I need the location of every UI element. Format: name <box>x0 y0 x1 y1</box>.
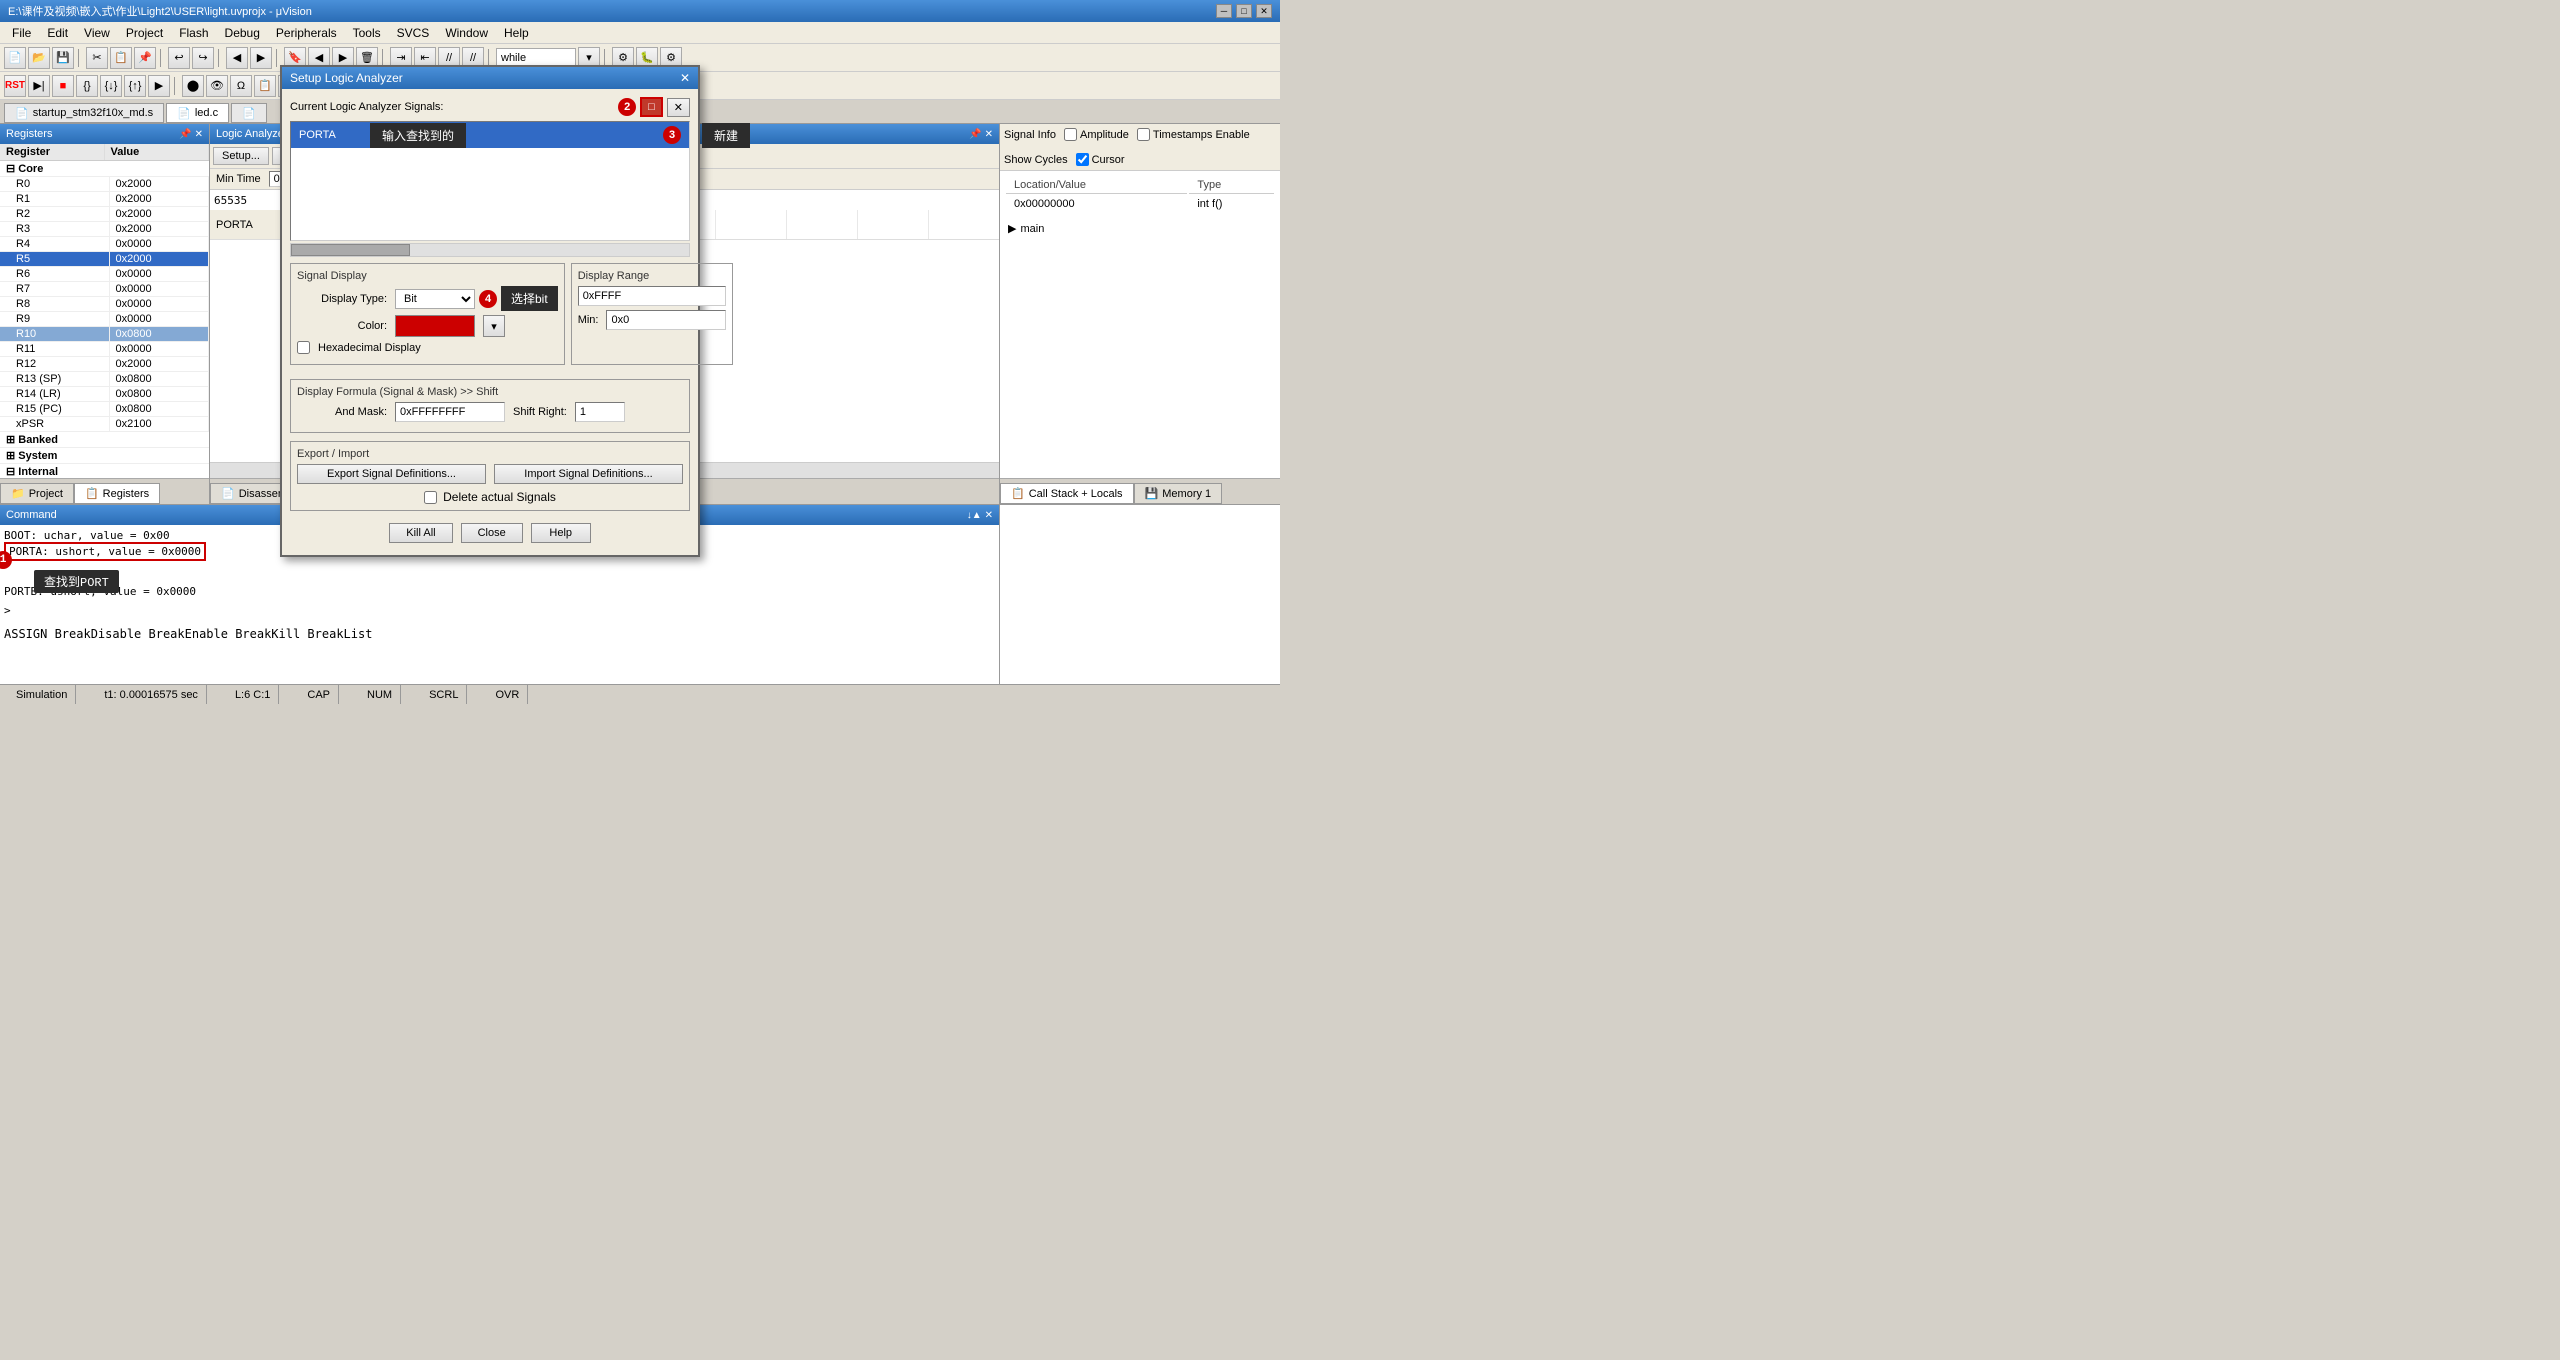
color-label: Color: <box>297 320 387 332</box>
modal-overlay: Setup Logic Analyzer ✕ Current Logic Ana… <box>0 0 2560 1360</box>
modal-action-buttons: Kill All Close Help <box>290 519 690 547</box>
formula-title: Display Formula (Signal & Mask) >> Shift <box>297 386 683 398</box>
min-value-input[interactable]: 0x0 <box>606 310 726 330</box>
display-type-row: Display Type: Bit Analog Unsigned 4 选择bi… <box>297 286 558 311</box>
signal-list: PORTA 3 <box>290 121 690 241</box>
signal-list-scrollbar[interactable] <box>290 243 690 257</box>
color-picker[interactable] <box>395 315 475 337</box>
signal-display-title: Signal Display <box>297 270 558 282</box>
modal-title: Setup Logic Analyzer <box>290 71 403 85</box>
color-row: Color: ▾ <box>297 315 558 337</box>
signal-item-porta[interactable]: PORTA 3 <box>291 122 689 148</box>
step-badge-2: 2 <box>618 98 636 116</box>
tooltip-1: 查找到PORT <box>34 570 119 593</box>
color-dropdown-btn[interactable]: ▾ <box>483 315 505 337</box>
display-type-control: Bit Analog Unsigned 4 选择bit <box>395 286 558 311</box>
formula-section: Display Formula (Signal & Mask) >> Shift… <box>290 379 690 433</box>
signal-display-section: Signal Display Display Type: Bit Analog … <box>290 263 565 365</box>
hexadecimal-label: Hexadecimal Display <box>318 342 421 354</box>
signal-item-porta-name: PORTA <box>299 129 336 141</box>
min-label: Min: <box>578 314 599 326</box>
max-value-input[interactable]: 0xFFFF <box>578 286 727 306</box>
delete-signal-btn[interactable]: ✕ <box>667 98 690 117</box>
current-signals-label: Current Logic Analyzer Signals: <box>290 101 443 113</box>
signal-list-scrollbar-thumb[interactable] <box>291 244 410 256</box>
display-range-title: Display Range <box>578 270 727 282</box>
shift-right-input[interactable]: 1 <box>575 402 625 422</box>
export-import-title: Export / Import <box>297 448 683 460</box>
new-label: 新建 <box>702 123 750 148</box>
export-signal-btn[interactable]: Export Signal Definitions... <box>297 464 486 484</box>
modal-title-bar: Setup Logic Analyzer ✕ <box>282 67 698 89</box>
help-btn[interactable]: Help <box>531 523 591 543</box>
close-dialog-btn[interactable]: Close <box>461 523 523 543</box>
delete-signals-label: Delete actual Signals <box>443 490 556 504</box>
display-type-label: Display Type: <box>297 293 387 305</box>
and-mask-label: And Mask: <box>297 406 387 418</box>
display-row: Signal Display Display Type: Bit Analog … <box>290 263 690 373</box>
delete-signals-checkbox[interactable] <box>424 491 437 504</box>
and-mask-row: And Mask: 0xFFFFFFFF Shift Right: 1 <box>297 402 683 422</box>
shift-right-label: Shift Right: <box>513 406 567 418</box>
kill-all-btn[interactable]: Kill All <box>389 523 452 543</box>
tooltip-2: 输入查找到的 <box>370 123 466 148</box>
hexadecimal-row: Hexadecimal Display <box>297 341 558 354</box>
setup-logic-analyzer-dialog: Setup Logic Analyzer ✕ Current Logic Ana… <box>280 65 700 557</box>
tooltip-select-bit: 选择bit <box>501 286 558 311</box>
hexadecimal-checkbox[interactable] <box>297 341 310 354</box>
current-signals-section: Current Logic Analyzer Signals: 2 □ ✕ PO… <box>290 97 690 257</box>
export-import-section: Export / Import Export Signal Definition… <box>290 441 690 511</box>
export-import-buttons: Export Signal Definitions... Import Sign… <box>297 464 683 484</box>
step-badge-4: 4 <box>479 290 497 308</box>
signals-header: Current Logic Analyzer Signals: 2 □ ✕ <box>290 97 690 117</box>
delete-signals-row: Delete actual Signals <box>297 490 683 504</box>
display-range-section: Display Range 0xFFFF Min: 0x0 <box>571 263 734 365</box>
modal-content: Current Logic Analyzer Signals: 2 □ ✕ PO… <box>282 89 698 555</box>
signal-list-wrapper: PORTA 3 输入查找到的 新建 <box>290 121 690 257</box>
signals-controls: 2 □ ✕ <box>618 97 690 117</box>
import-signal-btn[interactable]: Import Signal Definitions... <box>494 464 683 484</box>
step-badge-3: 3 <box>663 126 681 144</box>
and-mask-input[interactable]: 0xFFFFFFFF <box>395 402 505 422</box>
max-value-row: 0xFFFF <box>578 286 727 306</box>
modal-close-btn[interactable]: ✕ <box>680 71 690 85</box>
new-signal-btn[interactable]: □ <box>640 97 663 117</box>
min-row: Min: 0x0 <box>578 310 727 330</box>
display-type-select[interactable]: Bit Analog Unsigned <box>395 289 475 309</box>
